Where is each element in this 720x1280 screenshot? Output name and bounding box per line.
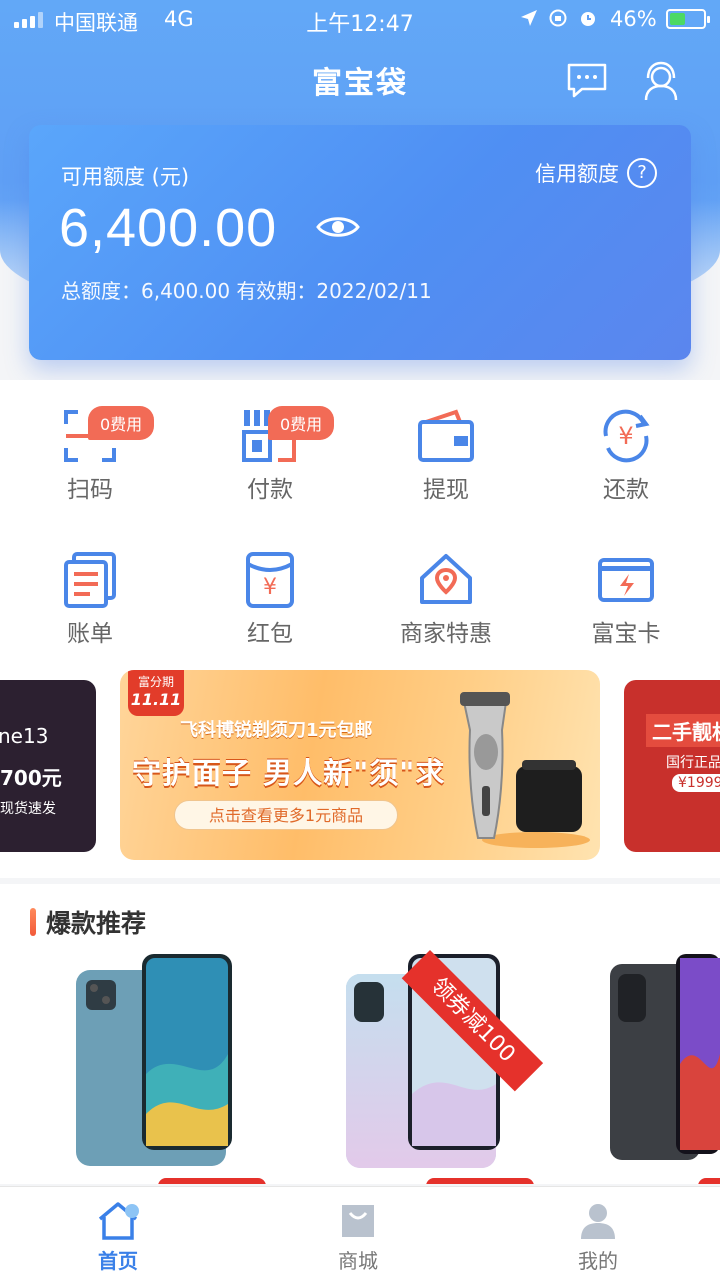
available-amount: 6,400.00 [59,198,278,258]
banner-right-title: 二手靓机 [646,714,720,747]
chat-icon[interactable] [566,62,608,98]
section-marker [30,908,36,936]
credit-limit-label: 信用额度 [535,162,619,186]
banner-headline: 守护面子 男人新"须"求 [132,756,446,790]
banner-more-button[interactable]: 点击查看更多1元商品 [174,800,398,830]
grid-item-label: 付款 [247,477,293,503]
banner-right-price: ¥1999 [672,774,720,792]
installment-tag: 富分期 11.11 [128,670,184,716]
merchant-deal-icon [420,554,472,604]
card-icon [598,558,654,602]
tab-mall[interactable]: 商城 [298,1201,418,1274]
red-packet-icon: ¥ [246,552,294,608]
tab-home[interactable]: 首页 [58,1201,178,1274]
battery-icon [666,9,710,29]
tab-profile[interactable]: 我的 [538,1201,658,1274]
banner-subtitle: 飞科博锐剃须刀1元包邮 [180,720,373,741]
grid-item-bill[interactable]: 账单 [0,552,180,648]
bill-icon [64,552,116,608]
grid-item-scan[interactable]: 0费用 扫码 [0,406,180,504]
recommend-section: 爆款推荐 领券减100 [0,884,720,1184]
banner-carousel: ne13 700元 现货速发 富分期 11.11 飞科博锐剃须刀1元包邮 守护面… [0,660,720,878]
repay-icon: ¥ [603,409,650,463]
grid-item-label: 商家特惠 [400,621,492,647]
shopping-bag-icon [342,1205,374,1237]
installment-tag-top: 富分期 [137,675,174,689]
svg-text:¥: ¥ [263,575,277,600]
battery-percent: 46% [610,7,657,31]
grid-item-label: 还款 [603,477,649,503]
tab-label: 我的 [578,1249,618,1273]
free-badge: 0费用 [268,406,335,440]
phone-product-1[interactable] [76,954,232,1168]
credit-limit-link[interactable]: 信用额度 ? [535,158,657,188]
shaver-product-image [460,692,590,848]
alarm-icon [581,12,595,26]
banner-left-title: ne13 [0,724,49,748]
svg-text:¥: ¥ [618,422,633,450]
price-tag [426,1178,534,1184]
grid-item-repay[interactable]: ¥ 还款 [536,408,716,504]
credit-card[interactable]: 可用额度 (元) 信用额度 ? 6,400.00 总额度：6,400.00 有效… [29,125,691,360]
available-credit-label: 可用额度 (元) [61,165,190,189]
tab-label: 首页 [98,1249,138,1273]
banner-left[interactable]: ne13 700元 现货速发 [0,680,96,852]
banner-main[interactable]: 富分期 11.11 飞科博锐剃须刀1元包邮 守护面子 男人新"须"求 点击查看更… [120,670,600,860]
grid-item-merchant-deal[interactable]: 商家特惠 [356,552,536,648]
grid-item-label: 扫码 [67,477,113,503]
grid-item-payment[interactable]: 0费用 付款 [180,406,360,504]
grid-item-label: 账单 [67,621,113,647]
help-icon[interactable]: ? [627,158,657,188]
price-tag [158,1178,266,1184]
grid-item-label: 富宝卡 [591,621,661,647]
price-tag [698,1178,720,1184]
orientation-lock-icon [549,9,567,27]
phone-product-3[interactable] [610,954,720,1162]
status-bar: 中国联通 4G 上午12:47 46% [0,0,720,40]
grid-item-red-packet[interactable]: ¥ 红包 [180,552,360,648]
banner-right-note: 国行正品 [666,755,720,771]
home-icon [98,1202,139,1240]
app-title: 富宝袋 [312,66,408,101]
installment-tag-date: 11.11 [130,690,182,709]
banner-left-price: 700元 [0,766,62,790]
grid-item-label: 提现 [423,477,469,503]
status-icons [520,8,598,28]
free-badge: 0费用 [88,406,155,440]
eye-icon[interactable] [316,213,360,241]
profile-icon [581,1204,615,1239]
wallet-icon [418,409,474,462]
tab-bar: 首页 商城 我的 [0,1186,720,1280]
section-title: 爆款推荐 [46,909,147,938]
grid-item-card[interactable]: 富宝卡 [536,552,716,648]
grid-item-label: 红包 [247,621,293,647]
banner-left-note: 现货速发 [0,801,56,817]
banner-right[interactable]: 二手靓机 国行正品 ¥1999 [624,680,720,852]
grid-item-withdraw[interactable]: 提现 [356,408,536,504]
tab-label: 商城 [338,1249,378,1273]
customer-service-icon[interactable] [640,60,682,102]
total-credit-line: 总额度：6,400.00 有效期：2022/02/11 [61,279,432,303]
function-grid: 0费用 扫码 0费用 付款 提现 ¥ 还款 账单 ¥ 红包 商家特惠 富宝卡 [0,380,720,660]
location-icon [521,10,537,26]
